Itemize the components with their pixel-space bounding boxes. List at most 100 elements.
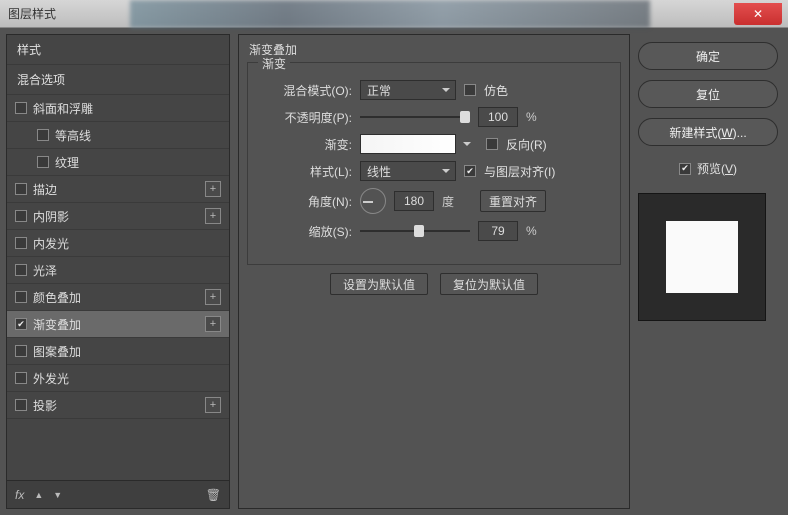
- window-title: 图层样式: [0, 5, 56, 22]
- sidebar-item-label: 颜色叠加: [33, 289, 199, 306]
- sidebar-item-5[interactable]: 内发光: [7, 230, 229, 257]
- add-effect-icon[interactable]: +: [205, 289, 221, 305]
- row-scale: 缩放(S): 79 %: [260, 221, 608, 241]
- blend-mode-label: 混合模式(O):: [260, 82, 352, 99]
- fx-icon[interactable]: fx: [15, 488, 24, 502]
- opacity-unit: %: [526, 110, 537, 124]
- ok-label: 确定: [696, 48, 720, 65]
- styles-sidebar: 样式 混合选项 斜面和浮雕等高线纹理描边+内阴影+内发光光泽颜色叠加+渐变叠加+…: [6, 34, 230, 509]
- sidebar-item-checkbox[interactable]: [37, 129, 49, 141]
- section-title: 渐变叠加: [249, 41, 621, 58]
- sidebar-item-9[interactable]: 图案叠加: [7, 338, 229, 365]
- titlebar: 图层样式 ✕: [0, 0, 788, 28]
- sidebar-item-checkbox[interactable]: [15, 291, 27, 303]
- row-gradient: 渐变: 反向(R): [260, 134, 608, 154]
- angle-dial[interactable]: [360, 188, 386, 214]
- style-value: 线性: [367, 163, 391, 180]
- scale-value[interactable]: 79: [478, 221, 518, 241]
- row-angle: 角度(N): 180 度 重置对齐: [260, 188, 608, 214]
- sidebar-item-label: 描边: [33, 181, 199, 198]
- sidebar-footer: fx ▲ ▼ 🗑: [7, 480, 229, 508]
- sidebar-item-2[interactable]: 纹理: [7, 149, 229, 176]
- sidebar-item-checkbox[interactable]: [15, 237, 27, 249]
- sidebar-item-label: 光泽: [33, 262, 221, 279]
- move-down-icon[interactable]: ▼: [53, 490, 62, 500]
- sidebar-item-3[interactable]: 描边 +: [7, 176, 229, 203]
- angle-value[interactable]: 180: [394, 191, 434, 211]
- style-select[interactable]: 线性: [360, 161, 456, 181]
- sidebar-blending-options[interactable]: 混合选项: [7, 65, 229, 95]
- right-column: 确定 复位 新建样式(W)... 预览(V): [638, 34, 782, 509]
- sidebar-header[interactable]: 样式: [7, 35, 229, 65]
- group-legend: 渐变: [258, 55, 290, 72]
- blend-mode-select[interactable]: 正常: [360, 80, 456, 100]
- default-buttons: 设置为默认值 复位为默认值: [247, 273, 621, 295]
- sidebar-item-label: 纹理: [55, 154, 221, 171]
- new-style-label: 新建样式(W)...: [669, 124, 746, 141]
- sidebar-item-checkbox[interactable]: [15, 183, 27, 195]
- opacity-value[interactable]: 100: [478, 107, 518, 127]
- move-up-icon[interactable]: ▲: [34, 490, 43, 500]
- align-checkbox[interactable]: [464, 165, 476, 177]
- sidebar-item-checkbox[interactable]: [15, 318, 27, 330]
- angle-unit: 度: [442, 193, 454, 210]
- sidebar-item-label: 投影: [33, 397, 199, 414]
- style-label: 样式(L):: [260, 163, 352, 180]
- reset-align-button[interactable]: 重置对齐: [480, 190, 546, 212]
- cancel-label: 复位: [696, 86, 720, 103]
- sidebar-item-label: 渐变叠加: [33, 316, 199, 333]
- ok-button[interactable]: 确定: [638, 42, 778, 70]
- preview-box: [638, 193, 766, 321]
- align-label: 与图层对齐(I): [484, 163, 555, 180]
- add-effect-icon[interactable]: +: [205, 181, 221, 197]
- reverse-checkbox[interactable]: [486, 138, 498, 150]
- sidebar-item-4[interactable]: 内阴影+: [7, 203, 229, 230]
- sidebar-item-checkbox[interactable]: [15, 102, 27, 114]
- sidebar-list: 斜面和浮雕等高线纹理描边+内阴影+内发光光泽颜色叠加+渐变叠加+图案叠加外发光投…: [7, 95, 229, 480]
- dither-checkbox[interactable]: [464, 84, 476, 96]
- trash-icon[interactable]: 🗑: [206, 488, 221, 502]
- preview-toggle[interactable]: 预览(V): [638, 160, 778, 177]
- sidebar-item-7[interactable]: 颜色叠加 +: [7, 284, 229, 311]
- gradient-picker[interactable]: [360, 134, 456, 154]
- row-style: 样式(L): 线性 与图层对齐(I): [260, 161, 608, 181]
- sidebar-item-label: 等高线: [55, 127, 221, 144]
- reset-align-label: 重置对齐: [489, 193, 537, 210]
- sidebar-item-label: 斜面和浮雕: [33, 100, 221, 117]
- sidebar-item-1[interactable]: 等高线: [7, 122, 229, 149]
- sidebar-item-label: 内发光: [33, 235, 221, 252]
- add-effect-icon[interactable]: +: [205, 208, 221, 224]
- close-button[interactable]: ✕: [734, 3, 782, 25]
- sidebar-item-checkbox[interactable]: [15, 399, 27, 411]
- new-style-button[interactable]: 新建样式(W)...: [638, 118, 778, 146]
- sidebar-item-checkbox[interactable]: [37, 156, 49, 168]
- sidebar-item-checkbox[interactable]: [15, 210, 27, 222]
- add-effect-icon[interactable]: +: [205, 397, 221, 413]
- scale-label: 缩放(S):: [260, 223, 352, 240]
- preview-swatch: [666, 221, 738, 293]
- sidebar-item-11[interactable]: 投影 +: [7, 392, 229, 419]
- sidebar-item-checkbox[interactable]: [15, 345, 27, 357]
- sidebar-header-label: 样式: [17, 43, 41, 57]
- cancel-button[interactable]: 复位: [638, 80, 778, 108]
- set-default-button[interactable]: 设置为默认值: [330, 273, 428, 295]
- preview-checkbox[interactable]: [679, 163, 691, 175]
- sidebar-item-8[interactable]: 渐变叠加 +: [7, 311, 229, 338]
- settings-panel: 渐变叠加 渐变 混合模式(O): 正常 仿色 不透明度(P): 100 %: [238, 34, 630, 509]
- sidebar-item-0[interactable]: 斜面和浮雕: [7, 95, 229, 122]
- add-effect-icon[interactable]: +: [205, 316, 221, 332]
- sidebar-item-checkbox[interactable]: [15, 372, 27, 384]
- preview-label: 预览(V): [697, 160, 737, 177]
- sidebar-item-10[interactable]: 外发光: [7, 365, 229, 392]
- gradient-label: 渐变:: [260, 136, 352, 153]
- reset-default-button[interactable]: 复位为默认值: [440, 273, 538, 295]
- opacity-slider[interactable]: [360, 110, 470, 124]
- sidebar-item-checkbox[interactable]: [15, 264, 27, 276]
- dither-label: 仿色: [484, 82, 508, 99]
- sidebar-item-6[interactable]: 光泽: [7, 257, 229, 284]
- reset-default-label: 复位为默认值: [453, 276, 525, 293]
- blur-decor: [130, 0, 650, 28]
- opacity-label: 不透明度(P):: [260, 109, 352, 126]
- scale-slider[interactable]: [360, 224, 470, 238]
- sidebar-item-label: 图案叠加: [33, 343, 221, 360]
